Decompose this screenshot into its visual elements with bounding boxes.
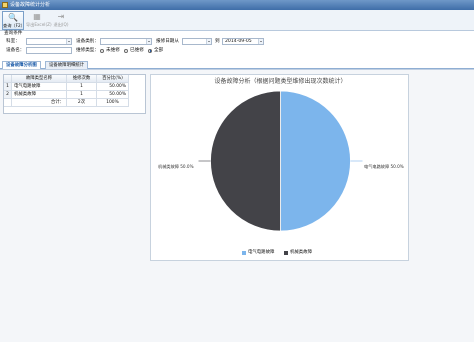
exit-button-label: 退出(Q) [53,22,69,27]
tab-strip: 设备故障分析图 设备故障明细统计 [0,60,474,69]
query-button-label: 查询（F2） [3,23,25,28]
category-select[interactable] [100,38,152,45]
row-number: 2 [4,91,12,99]
footer-spacer [4,99,12,107]
exit-icon: ⇥ [57,12,65,21]
report-date-to-field[interactable]: 2014-09-05 [222,38,264,45]
row-number: 1 [4,83,12,91]
department-select[interactable] [26,38,72,45]
excel-icon: ▦ [33,12,41,21]
pie-slice-mechanical[interactable] [210,90,281,232]
column-header[interactable]: 维修次数 [67,75,97,83]
fault-type-cell: 电气电路故障 [12,83,67,91]
tab-fault-detail-statistics[interactable]: 设备故障明细统计 [45,61,89,69]
export-button-label: 导出Excel(Z) [26,22,52,27]
percent-cell: 50.00% [97,91,129,99]
legend-swatch [284,251,288,255]
repair-count-cell: 1 [67,91,97,99]
table-footer-row: 合计： 2次 100% [4,99,145,107]
footer-count: 2次 [67,99,97,107]
device-name-input[interactable] [26,47,72,54]
chevron-down-icon[interactable] [66,39,71,44]
repair-type-radio-group: 未维修 已维修 全部 [100,47,190,55]
footer-label: 合计： [12,99,67,107]
radio-all[interactable] [148,48,152,53]
column-header[interactable]: 百分比(%) [97,75,129,83]
report-date-from-field[interactable] [182,38,212,45]
title-bar: 设备故障统计分析 [0,0,474,10]
chevron-down-icon[interactable] [146,39,151,44]
tab-fault-analysis-chart[interactable]: 设备故障分析图 [2,61,41,69]
repair-count-cell: 1 [67,83,97,91]
export-excel-button[interactable]: ▦ 导出Excel(Z) [26,11,52,30]
table-header-row: 故障类型名称 维修次数 百分比(%) [4,75,145,83]
fault-type-cell: 机械类故障 [12,91,67,99]
fault-summary-table: 故障类型名称 维修次数 百分比(%) 1 电气电路故障 1 50.00% 2 机… [3,74,146,114]
report-date-to-value: 2014-09-05 [225,39,252,44]
device-name-label: 设备名： [6,48,25,53]
exit-button[interactable]: ⇥ 退出(Q) [50,11,72,30]
pie-slice-electrical[interactable] [280,90,351,232]
table-row[interactable]: 2 机械类故障 1 50.00% [4,91,145,99]
calendar-dropdown-icon[interactable] [206,39,211,44]
fault-analysis-chart: 设备故障分析（根据问题类型维修出现次数统计） 机械类故障 50.0% 电气电路故… [150,74,409,261]
radio-unrepaired[interactable] [100,48,104,53]
row-number-header [4,75,12,83]
app-icon [2,2,8,8]
query-section-title: 查询条件 [4,31,23,36]
query-panel: 查询条件 科室： 设备类别： 报修日期从 到 2014-09-05 设备名： 维… [0,31,474,60]
department-label: 科室： [6,39,20,44]
radio-repaired[interactable] [124,48,128,53]
legend-swatch [242,251,246,255]
category-label: 设备类别： [76,39,99,44]
footer-percent: 100% [97,99,129,107]
radio-unrepaired-label: 未维修 [106,47,120,53]
legend-label: 机械类故障 [290,250,312,255]
report-date-label: 报修日期从 [156,39,179,44]
window-title: 设备故障统计分析 [10,2,51,8]
repair-type-label: 维修类型： [76,48,99,53]
table-row[interactable]: 1 电气电路故障 1 50.00% [4,83,145,91]
column-header[interactable]: 故障类型名称 [12,75,67,83]
tab-content: 故障类型名称 维修次数 百分比(%) 1 电气电路故障 1 50.00% 2 机… [0,69,474,342]
search-icon: 🔍 [8,13,18,22]
percent-cell: 50.00% [97,83,129,91]
radio-repaired-label: 已维修 [130,47,144,53]
query-button[interactable]: 🔍 查询（F2） [2,11,25,30]
radio-all-label: 全部 [154,47,164,53]
to-label: 到 [215,39,220,44]
slice-label-mechanical: 机械类故障 50.0% [158,164,194,169]
toolbar: 🔍 查询（F2） ▦ 导出Excel(Z) ⇥ 退出(Q) [0,10,474,31]
legend-label: 电气电路故障 [248,250,275,255]
slice-label-electrical: 电气电路故障 50.0% [364,164,404,169]
calendar-dropdown-icon[interactable] [258,39,263,44]
